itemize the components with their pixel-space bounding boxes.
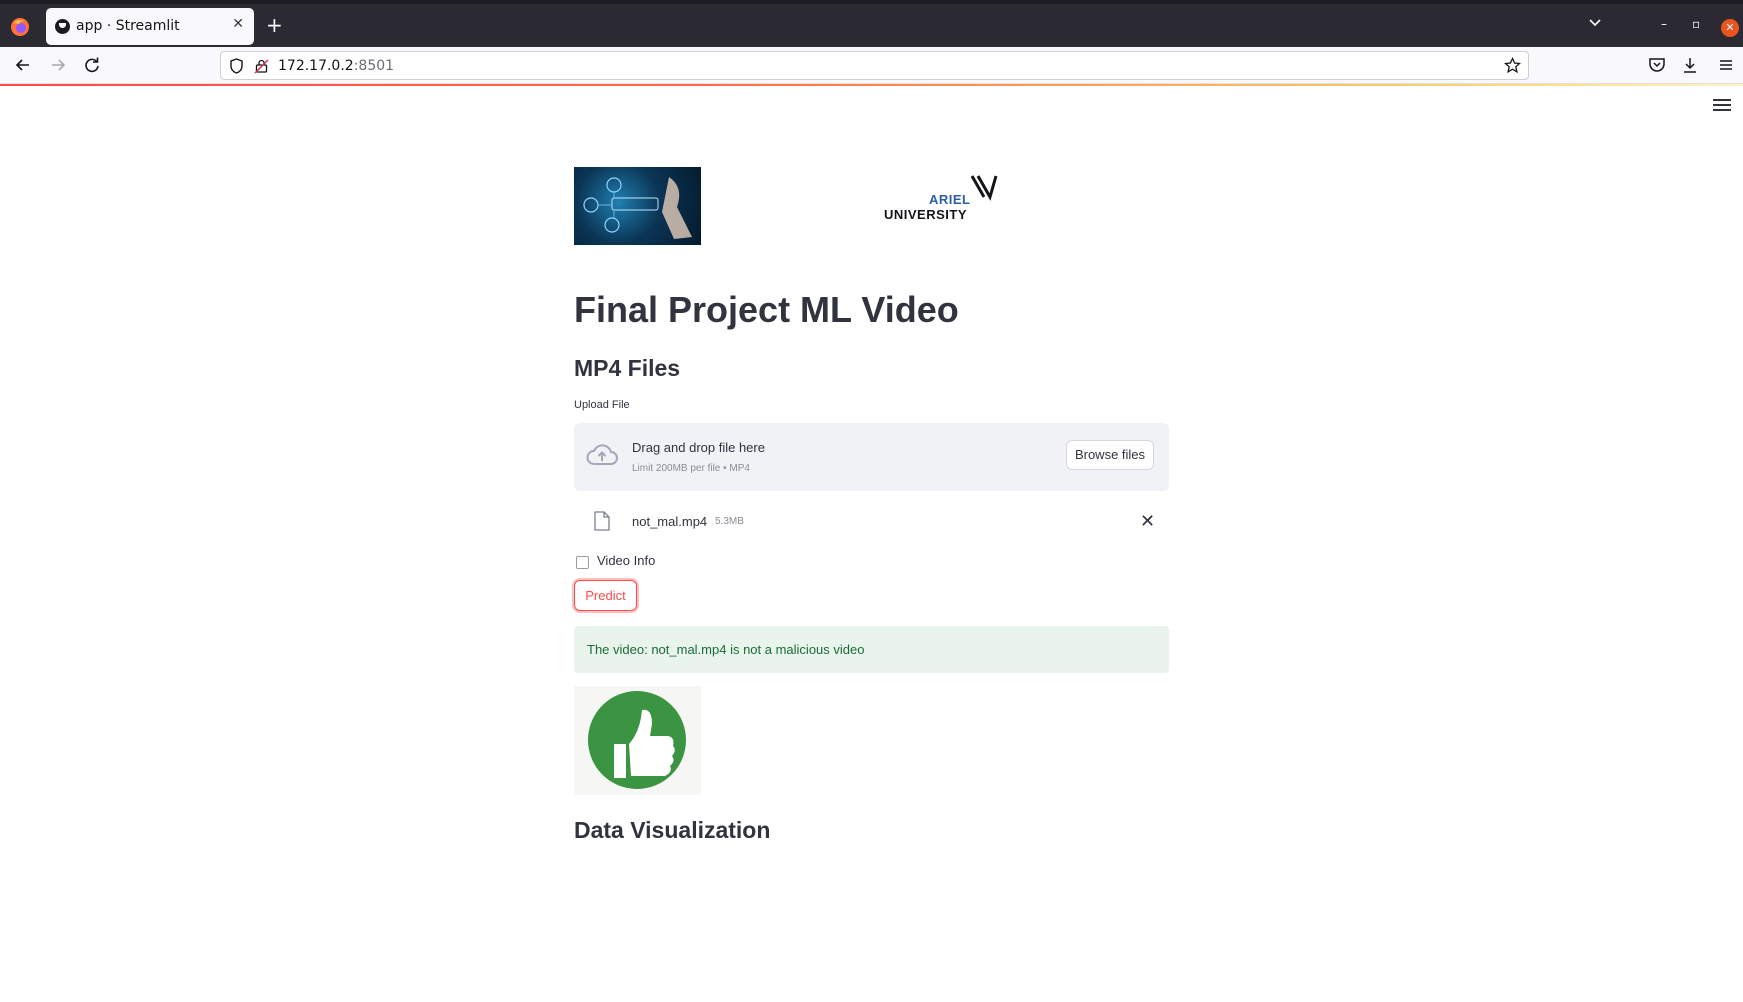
- upload-label: Upload File: [574, 399, 630, 411]
- back-arrow-icon[interactable]: [12, 54, 34, 76]
- predict-button[interactable]: Predict: [574, 580, 637, 611]
- window-maximize-button[interactable]: ▫: [1692, 17, 1700, 31]
- ariel-logo-mark-icon: [970, 175, 998, 201]
- tab-close-icon[interactable]: ✕: [232, 16, 244, 32]
- url-host: 172.17.0.2: [278, 58, 354, 74]
- ariel-university-logo: ARIEL UNIVERSITY: [884, 173, 1004, 223]
- new-tab-button[interactable]: +: [266, 15, 283, 35]
- app-menu-icon[interactable]: [1716, 55, 1736, 75]
- downloads-icon[interactable]: [1680, 55, 1700, 75]
- video-info-checkbox[interactable]: [576, 556, 589, 569]
- remove-file-button[interactable]: ✕: [1140, 511, 1155, 532]
- window-minimize-button[interactable]: –: [1661, 17, 1667, 31]
- url-port: :8501: [353, 58, 395, 74]
- file-icon: [594, 511, 610, 531]
- dropzone-subtitle: Limit 200MB per file • MP4: [632, 463, 750, 474]
- thumbs-up-image: [574, 686, 701, 795]
- url-text[interactable]: 172.17.0.2:8501: [278, 58, 394, 74]
- tab-list-chevron-icon[interactable]: [1588, 18, 1602, 28]
- success-message: The video: not_mal.mp4 is not a maliciou…: [587, 642, 865, 657]
- video-info-label[interactable]: Video Info: [597, 553, 655, 568]
- insecure-lock-icon[interactable]: [254, 58, 269, 74]
- browser-tab-active[interactable]: app · Streamlit ✕: [46, 8, 254, 45]
- cyber-graphic-icon: [583, 177, 692, 239]
- shield-icon[interactable]: [229, 58, 244, 74]
- reload-icon[interactable]: [81, 54, 103, 76]
- streamlit-top-decoration: [0, 84, 1743, 86]
- cloud-upload-icon: [586, 444, 618, 465]
- uploaded-file-row: not_mal.mp4 5.3MB ✕: [574, 503, 1169, 543]
- university-logo-text: UNIVERSITY: [884, 207, 968, 222]
- pocket-icon[interactable]: [1647, 55, 1667, 75]
- uploaded-file-name: not_mal.mp4: [632, 514, 708, 529]
- streamlit-menu-icon[interactable]: [1713, 99, 1731, 115]
- uploaded-file-size: 5.3MB: [715, 516, 744, 527]
- firefox-icon[interactable]: [10, 17, 30, 37]
- thumbs-up-icon: [588, 691, 686, 789]
- bookmark-star-icon[interactable]: [1504, 57, 1521, 74]
- section-heading-visualization: Data Visualization: [574, 817, 771, 843]
- ariel-logo-text: ARIEL: [929, 192, 971, 207]
- browser-nav-bar: 172.17.0.2:8501: [0, 47, 1743, 84]
- section-heading-mp4: MP4 Files: [574, 355, 681, 381]
- window-close-button[interactable]: ✕: [1721, 19, 1739, 37]
- forward-arrow-icon[interactable]: [47, 54, 69, 76]
- browser-tab-bar: app · Streamlit ✕ + – ▫ ✕: [0, 0, 1743, 47]
- streamlit-favicon-icon: [55, 19, 70, 34]
- success-alert: The video: not_mal.mp4 is not a maliciou…: [574, 626, 1169, 673]
- tab-title: app · Streamlit: [76, 18, 180, 34]
- url-bar[interactable]: 172.17.0.2:8501: [220, 51, 1529, 80]
- cyber-security-image: [574, 167, 701, 245]
- browse-files-button[interactable]: Browse files: [1066, 440, 1154, 470]
- page-title: Final Project ML Video: [574, 289, 959, 330]
- dropzone-title: Drag and drop file here: [632, 440, 765, 455]
- file-dropzone[interactable]: Drag and drop file here Limit 200MB per …: [574, 423, 1169, 491]
